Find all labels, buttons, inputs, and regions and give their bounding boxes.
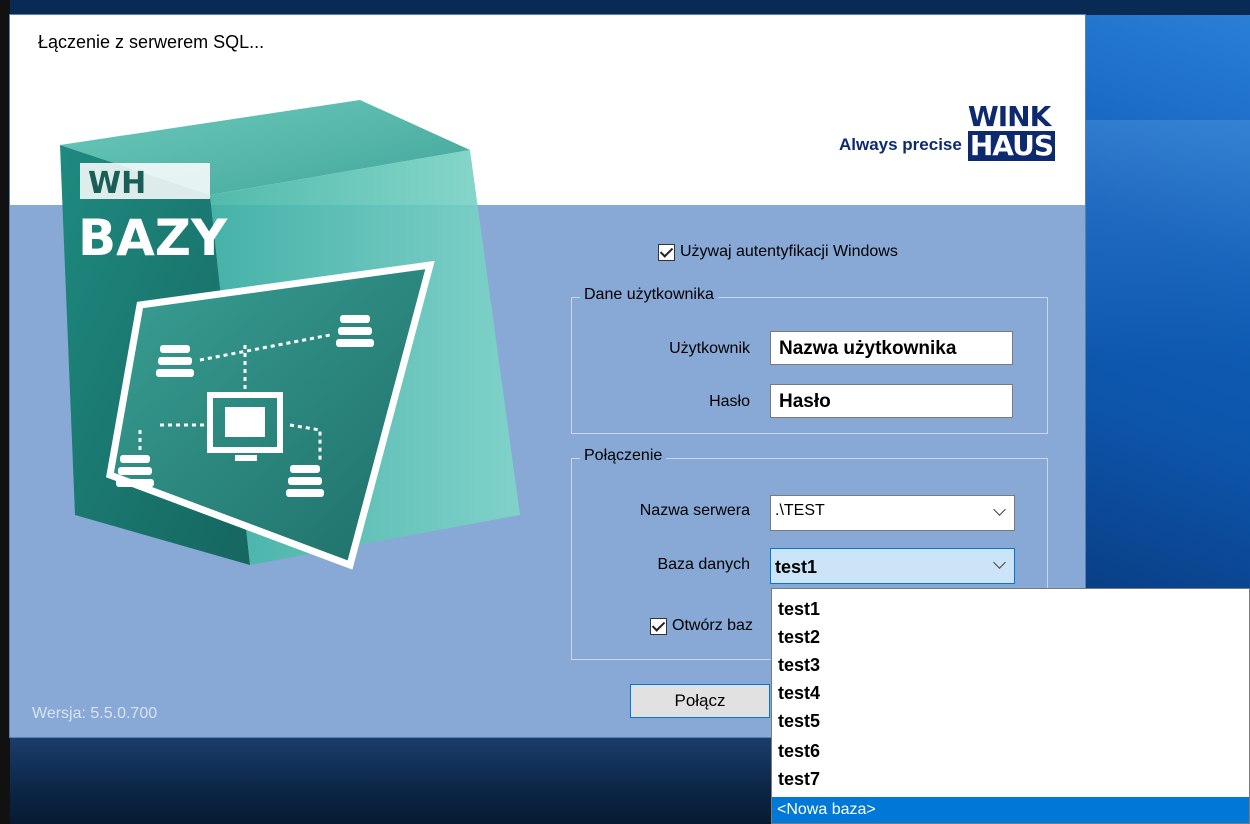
product-name-line2: BAZY — [78, 209, 228, 267]
list-item-test7[interactable]: test7 — [778, 769, 820, 790]
desktop-wallpaper-shine — [1085, 120, 1250, 360]
version-label: Wersja: 5.5.0.700 — [32, 705, 158, 722]
server-select[interactable]: .\TEST — [770, 495, 1015, 531]
list-item-test6[interactable]: test6 — [778, 741, 820, 762]
winkhaus-logo: Always precise WINK HAUS — [839, 103, 1055, 161]
list-item-test3[interactable]: test3 — [778, 655, 820, 676]
logo-brand-bottom: HAUS — [967, 129, 1055, 162]
user-group-title: Dane użytkownika — [580, 286, 718, 304]
open-db-checkbox[interactable] — [650, 617, 667, 635]
windows-auth-row[interactable]: Używaj autentyfikacji Windows — [658, 243, 898, 261]
list-item-test5[interactable]: test5 — [778, 711, 820, 732]
server-value: .\TEST — [775, 502, 825, 519]
database-label: Baza danych — [657, 556, 750, 573]
password-field[interactable]: Hasło — [770, 384, 1013, 418]
logo-tagline: Always precise — [838, 135, 962, 154]
password-label: Hasło — [709, 393, 750, 410]
user-label: Użytkownik — [669, 340, 750, 357]
database-select[interactable]: test1 — [770, 548, 1015, 584]
list-item-test1[interactable]: test1 — [778, 599, 820, 620]
database-dropdown-list: test1 test2 test3 test4 test5 test6 test… — [771, 588, 1250, 824]
product-box-image: WH BAZY — [60, 100, 520, 570]
logo-brand-top: WINK — [967, 100, 1051, 133]
product-name-line1: WH — [88, 166, 146, 201]
screen-top-border — [0, 0, 1250, 15]
username-field[interactable]: Nazwa użytkownika — [770, 331, 1013, 365]
database-value: test1 — [775, 557, 818, 577]
open-db-label: Otwórz baz — [672, 617, 753, 634]
screen-left-border — [0, 0, 10, 824]
connect-button[interactable]: Połącz — [630, 684, 770, 718]
list-item-test2[interactable]: test2 — [778, 627, 820, 648]
open-db-row[interactable]: Otwórz baz — [650, 617, 753, 635]
windows-auth-label: Używaj autentyfikacji Windows — [680, 243, 898, 260]
server-label: Nazwa serwera — [639, 502, 750, 519]
chevron-down-icon[interactable] — [993, 556, 1006, 569]
windows-auth-checkbox[interactable] — [658, 243, 675, 261]
list-item-test4[interactable]: test4 — [778, 683, 820, 704]
list-item-new-database[interactable]: <Nowa baza> — [772, 797, 1249, 823]
dialog-title: Łączenie z serwerem SQL... — [38, 32, 265, 52]
logo-mark: WINK HAUS — [967, 100, 1055, 162]
chevron-down-icon[interactable] — [993, 503, 1006, 516]
connection-group-title: Połączenie — [580, 447, 667, 465]
